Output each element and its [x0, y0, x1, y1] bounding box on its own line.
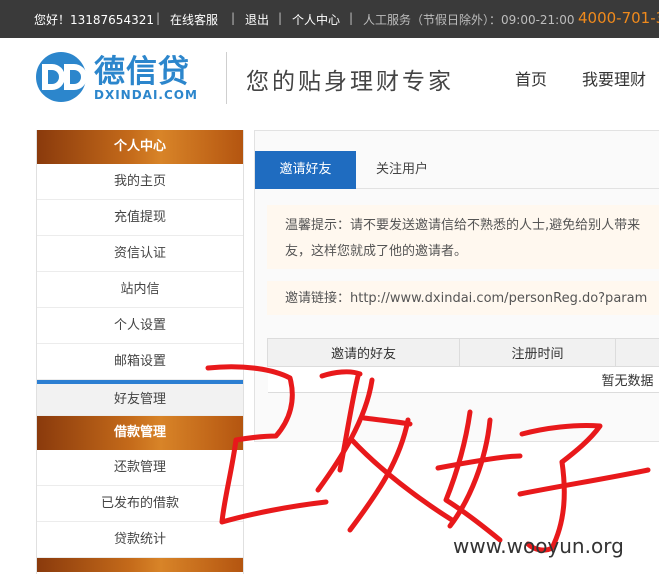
notice-line: 温馨提示：请不要发送邀请信给不熟悉的人士,避免给别人带来 — [285, 218, 641, 233]
separator: | — [231, 11, 236, 25]
notice-text: 温馨提示：请不要发送邀请信给不熟悉的人士,避免给别人带来 友，这样您就成了他的邀… — [285, 213, 659, 265]
sidebar-item-home[interactable]: 我的主页 — [37, 164, 243, 200]
sidebar-item-credit[interactable]: 资信认证 — [37, 236, 243, 272]
nav-invest[interactable]: 我要理财 — [582, 66, 646, 90]
sidebar-item-messages[interactable]: 站内信 — [37, 272, 243, 308]
invite-link[interactable]: 邀请链接：http://www.dxindai.com/personReg.do… — [285, 287, 647, 306]
online-service-link[interactable]: 在线客服 — [170, 11, 218, 28]
empty-table-message: 暂无数据 — [267, 366, 659, 393]
greeting-text: 您好！13187654321 — [34, 13, 154, 27]
column-header-friend: 邀请的好友 — [267, 338, 460, 367]
brand-name: 德信贷 — [94, 54, 190, 90]
sidebar-section-personal-center: 个人中心 — [37, 130, 243, 164]
site-header: 德信贷 DXINDAI.COM 您的贴身理财专家 首页 我要理财 — [0, 38, 659, 130]
sidebar-item-published-loans[interactable]: 已发布的借款 — [37, 486, 243, 522]
sidebar-item-settings[interactable]: 个人设置 — [37, 308, 243, 344]
sidebar-item-repayment[interactable]: 还款管理 — [37, 450, 243, 486]
column-header-register-time: 注册时间 — [459, 338, 616, 367]
sidebar: 个人中心 我的主页 充值提现 资信认证 站内信 个人设置 邮箱设置 好友管理 借… — [36, 130, 244, 574]
separator: | — [349, 11, 354, 25]
site-watermark: www.wooyun.org — [453, 534, 624, 558]
tab-followed-users[interactable]: 关注用户 — [356, 151, 448, 189]
nav-home[interactable]: 首页 — [515, 66, 547, 90]
friends-table: 邀请的好友 注册时间 暂无数据 — [267, 338, 659, 393]
column-header-extra — [615, 338, 659, 367]
sidebar-item-recharge[interactable]: 充值提现 — [37, 200, 243, 236]
sidebar-item-friends[interactable]: 好友管理 — [37, 380, 243, 416]
logo-icon[interactable] — [34, 50, 88, 104]
service-hours-text: 人工服务（节假日除外）：09:00-21:00 — [363, 13, 575, 27]
table-row: 暂无数据 — [267, 366, 659, 393]
header-divider — [226, 52, 227, 104]
main-content: 邀请好友 关注用户 温馨提示：请不要发送邀请信给不熟悉的人士,避免给别人带来 友… — [254, 130, 659, 442]
tab-invite-friends[interactable]: 邀请好友 — [255, 151, 356, 189]
slogan: 您的贴身理财专家 — [246, 69, 454, 95]
sidebar-item-loan-stats[interactable]: 贷款统计 — [37, 522, 243, 558]
service-phone: 4000-701-30 — [578, 9, 659, 27]
tab-bar: 邀请好友 关注用户 — [255, 151, 659, 189]
notice-line: 友，这样您就成了他的邀请者。 — [285, 244, 468, 259]
separator: | — [156, 11, 161, 25]
brand-domain: DXINDAI.COM — [94, 88, 198, 102]
separator: | — [278, 11, 283, 25]
sidebar-section-loans: 借款管理 — [37, 416, 243, 450]
top-bar: 您好！13187654321 | 在线客服 | 退出 | 个人中心 | 人工服务… — [0, 0, 659, 38]
sidebar-section-next — [37, 558, 243, 572]
personal-center-link[interactable]: 个人中心 — [292, 11, 340, 28]
sidebar-item-email[interactable]: 邮箱设置 — [37, 344, 243, 380]
logout-link[interactable]: 退出 — [245, 11, 269, 28]
